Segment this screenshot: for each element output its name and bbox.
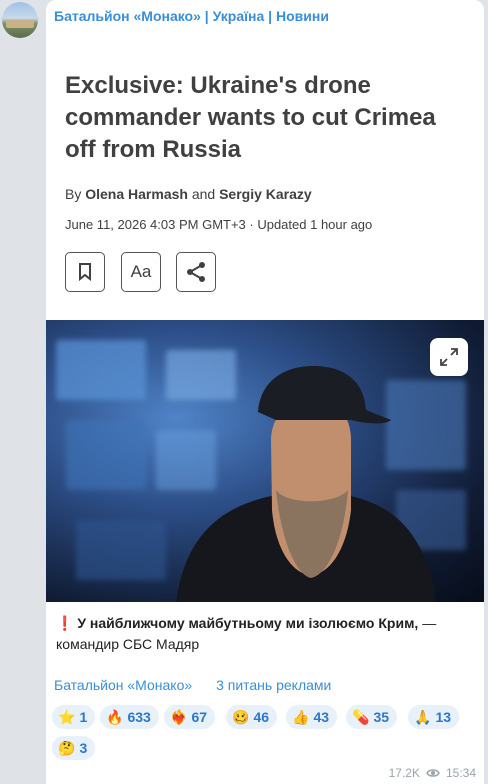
message-meta: 17.2K 15:34 — [389, 766, 476, 780]
thinking-face-icon: 🤔 — [58, 739, 76, 756]
message-links: Батальйон «Монако» 3 питань реклами — [54, 677, 351, 693]
reaction-thumbs-up[interactable]: 👍 43 — [286, 705, 338, 729]
reaction-count: 633 — [127, 709, 151, 725]
bookmark-button[interactable] — [65, 252, 105, 292]
expand-icon — [440, 348, 458, 366]
author-2: Sergiy Karazy — [219, 186, 312, 202]
eye-icon — [426, 769, 440, 777]
reaction-fire[interactable]: 🔥 633 — [100, 705, 159, 729]
share-icon — [187, 262, 205, 282]
reaction-count: 43 — [313, 709, 330, 725]
message-bubble: Батальйон «Монако» | Україна | Новини Ex… — [46, 0, 484, 784]
woozy-face-icon: 🥴 — [232, 708, 250, 725]
reaction-pray[interactable]: 🙏 13 — [408, 705, 460, 729]
ads-link[interactable]: 3 питань реклами — [216, 677, 331, 693]
article-photo[interactable] — [46, 320, 484, 602]
thumbs-up-icon: 👍 — [292, 708, 310, 725]
article-byline: By Olena Harmash and Sergiy Karazy — [65, 186, 312, 202]
fire-icon: 🔥 — [106, 708, 124, 725]
star-icon: ⭐ — [58, 708, 76, 725]
expand-image-button[interactable] — [430, 338, 468, 376]
channel-link[interactable]: Батальйон «Монако» — [54, 677, 192, 693]
article-title: Exclusive: Ukraine's drone commander wan… — [65, 72, 436, 163]
channel-name[interactable]: Батальйон «Монако» | Україна | Новини — [54, 8, 329, 24]
caption-bold-text: У найближчому майбутньому ми ізолюємо Кр… — [77, 615, 419, 631]
reaction-count: 13 — [435, 709, 452, 725]
reaction-count: 1 — [79, 709, 88, 725]
message-time: 15:34 — [445, 766, 476, 780]
message-caption: ❗ У найближчому майбутньому ми ізолюємо … — [56, 613, 466, 655]
heart-on-fire-icon: ❤️‍🔥 — [170, 708, 188, 725]
pill-icon: 💊 — [352, 708, 370, 725]
reaction-count: 67 — [191, 709, 208, 725]
reaction-woozy[interactable]: 🥴 46 — [226, 705, 278, 729]
pray-icon: 🙏 — [414, 708, 432, 725]
reaction-star[interactable]: ⭐ 1 — [52, 705, 96, 729]
byline-prefix: By — [65, 186, 82, 202]
reaction-heart-fire[interactable]: ❤️‍🔥 67 — [164, 705, 216, 729]
reaction-thinking[interactable]: 🤔 3 — [52, 736, 96, 760]
byline-and: and — [191, 186, 216, 202]
view-count: 17.2K — [388, 766, 420, 780]
bookmark-icon — [79, 263, 91, 281]
reaction-count: 46 — [253, 709, 270, 725]
reaction-count: 35 — [373, 709, 390, 725]
alert-mark: ❗ — [56, 615, 74, 631]
channel-avatar[interactable] — [2, 2, 38, 38]
reaction-pill[interactable]: 💊 35 — [346, 705, 398, 729]
author-1: Olena Harmash — [85, 186, 188, 202]
text-size-button[interactable]: Aa — [121, 252, 161, 292]
reaction-count: 3 — [79, 740, 88, 756]
person-silhouette — [176, 365, 436, 602]
text-size-label: Aa — [130, 262, 152, 281]
share-button[interactable] — [176, 252, 216, 292]
article-date: June 11, 2026 4:03 PM GMT+3 · Updated 1 … — [65, 217, 373, 232]
